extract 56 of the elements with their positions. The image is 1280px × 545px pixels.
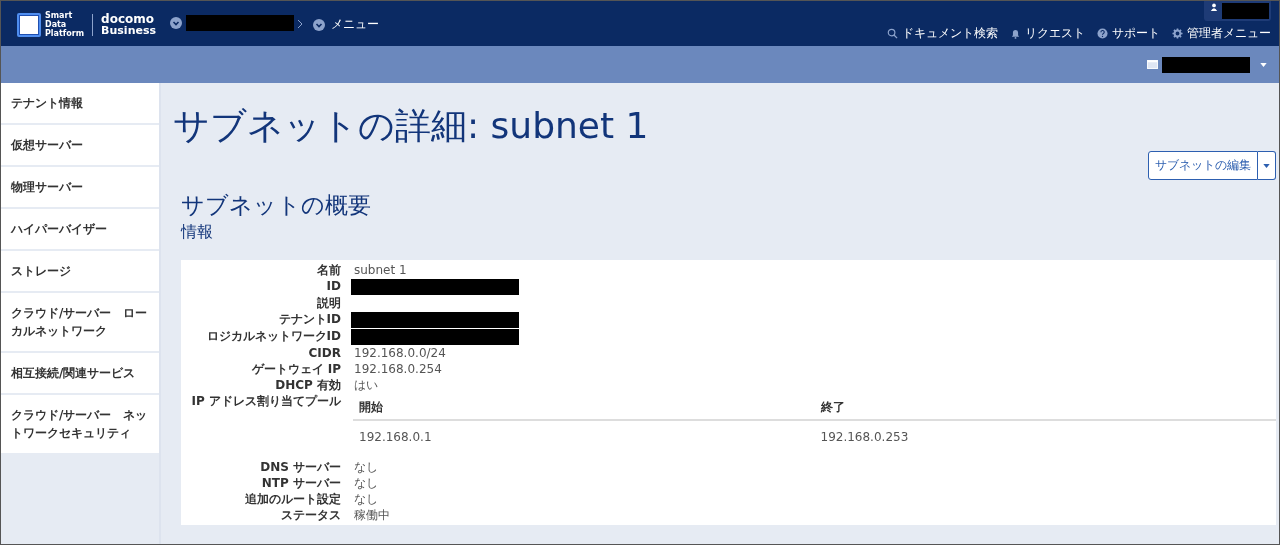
sidebar-item[interactable]: ストレージ — [1, 251, 159, 291]
field-label: 説明 — [316, 295, 341, 311]
logo-square-icon — [17, 12, 41, 37]
help-icon — [1097, 28, 1108, 39]
dropdown-icon[interactable] — [170, 17, 182, 29]
menu-button[interactable]: メニュー — [313, 16, 379, 33]
sidebar-item[interactable]: クラウド/サーバー ネットワークセキュリティ — [1, 395, 159, 453]
caret-icon[interactable] — [1260, 62, 1267, 67]
sidebar-item[interactable]: クラウド/サーバー ローカルネットワーク — [1, 293, 159, 351]
field-value: なし — [354, 475, 378, 491]
field-label: NTP サーバー — [260, 475, 341, 491]
field-label: テナントID — [277, 311, 341, 327]
page-title: サブネットの詳細: subnet 1 — [173, 104, 650, 148]
sidebar-item[interactable]: 物理サーバー — [1, 167, 159, 207]
field-label: ID — [325, 278, 341, 294]
column-header: 開始 — [358, 399, 384, 415]
header-link[interactable]: ドキュメント検索 — [887, 25, 998, 42]
column-header: 終了 — [819, 399, 846, 415]
field-label: IP アドレス割り当てプール — [190, 393, 341, 409]
settings-icon — [1172, 28, 1183, 39]
field-label: CIDR — [307, 345, 341, 361]
field-label: ロジカルネットワークID — [205, 328, 341, 344]
field-label: DHCP 有効 — [274, 377, 341, 393]
field-value: なし — [354, 459, 378, 475]
header-link[interactable]: リクエスト — [1010, 25, 1085, 42]
search-icon — [887, 28, 898, 39]
subsection-title: 情報 — [181, 221, 214, 243]
window-icon — [1147, 60, 1158, 69]
field-value: 稼働中 — [354, 507, 390, 523]
field-label: DNS サーバー — [259, 459, 341, 475]
header-link[interactable]: サポート — [1097, 25, 1160, 42]
sidebar-item[interactable]: テナント情報 — [1, 83, 159, 123]
field-value: subnet 1 — [354, 262, 407, 278]
dropdown-button[interactable] — [1258, 151, 1276, 180]
field-value: はい — [354, 377, 378, 393]
table-cell-text: 192.168.0.253 — [819, 429, 910, 445]
field-label: 名前 — [316, 262, 341, 278]
user-badge[interactable] — [1204, 1, 1271, 21]
field-value: なし — [354, 491, 378, 507]
brand-logo: docomo Business — [101, 12, 156, 37]
sidebar-item[interactable]: 仮想サーバー — [1, 125, 159, 165]
field-label: ゲートウェイ IP — [250, 361, 341, 377]
header-link[interactable]: 管理者メニュー — [1172, 25, 1271, 42]
field-value: 192.168.0.0/24 — [354, 345, 446, 361]
bell-icon — [1010, 28, 1021, 39]
field-label: 追加のルート設定 — [244, 491, 341, 507]
field-label: ステータス — [280, 507, 341, 523]
edit-button[interactable]: サブネットの編集 — [1148, 151, 1258, 180]
field-value: 192.168.0.254 — [354, 361, 442, 377]
product-name: Smart Data Platform — [45, 11, 85, 38]
caret-icon — [1263, 163, 1270, 168]
section-title: サブネットの概要 — [181, 191, 372, 220]
sidebar-item[interactable]: ハイパーバイザー — [1, 209, 159, 249]
table-cell-text: 192.168.0.1 — [358, 429, 433, 445]
dropdown-icon — [313, 18, 325, 31]
sidebar-item[interactable]: 相互接続/関連サービス — [1, 353, 159, 393]
